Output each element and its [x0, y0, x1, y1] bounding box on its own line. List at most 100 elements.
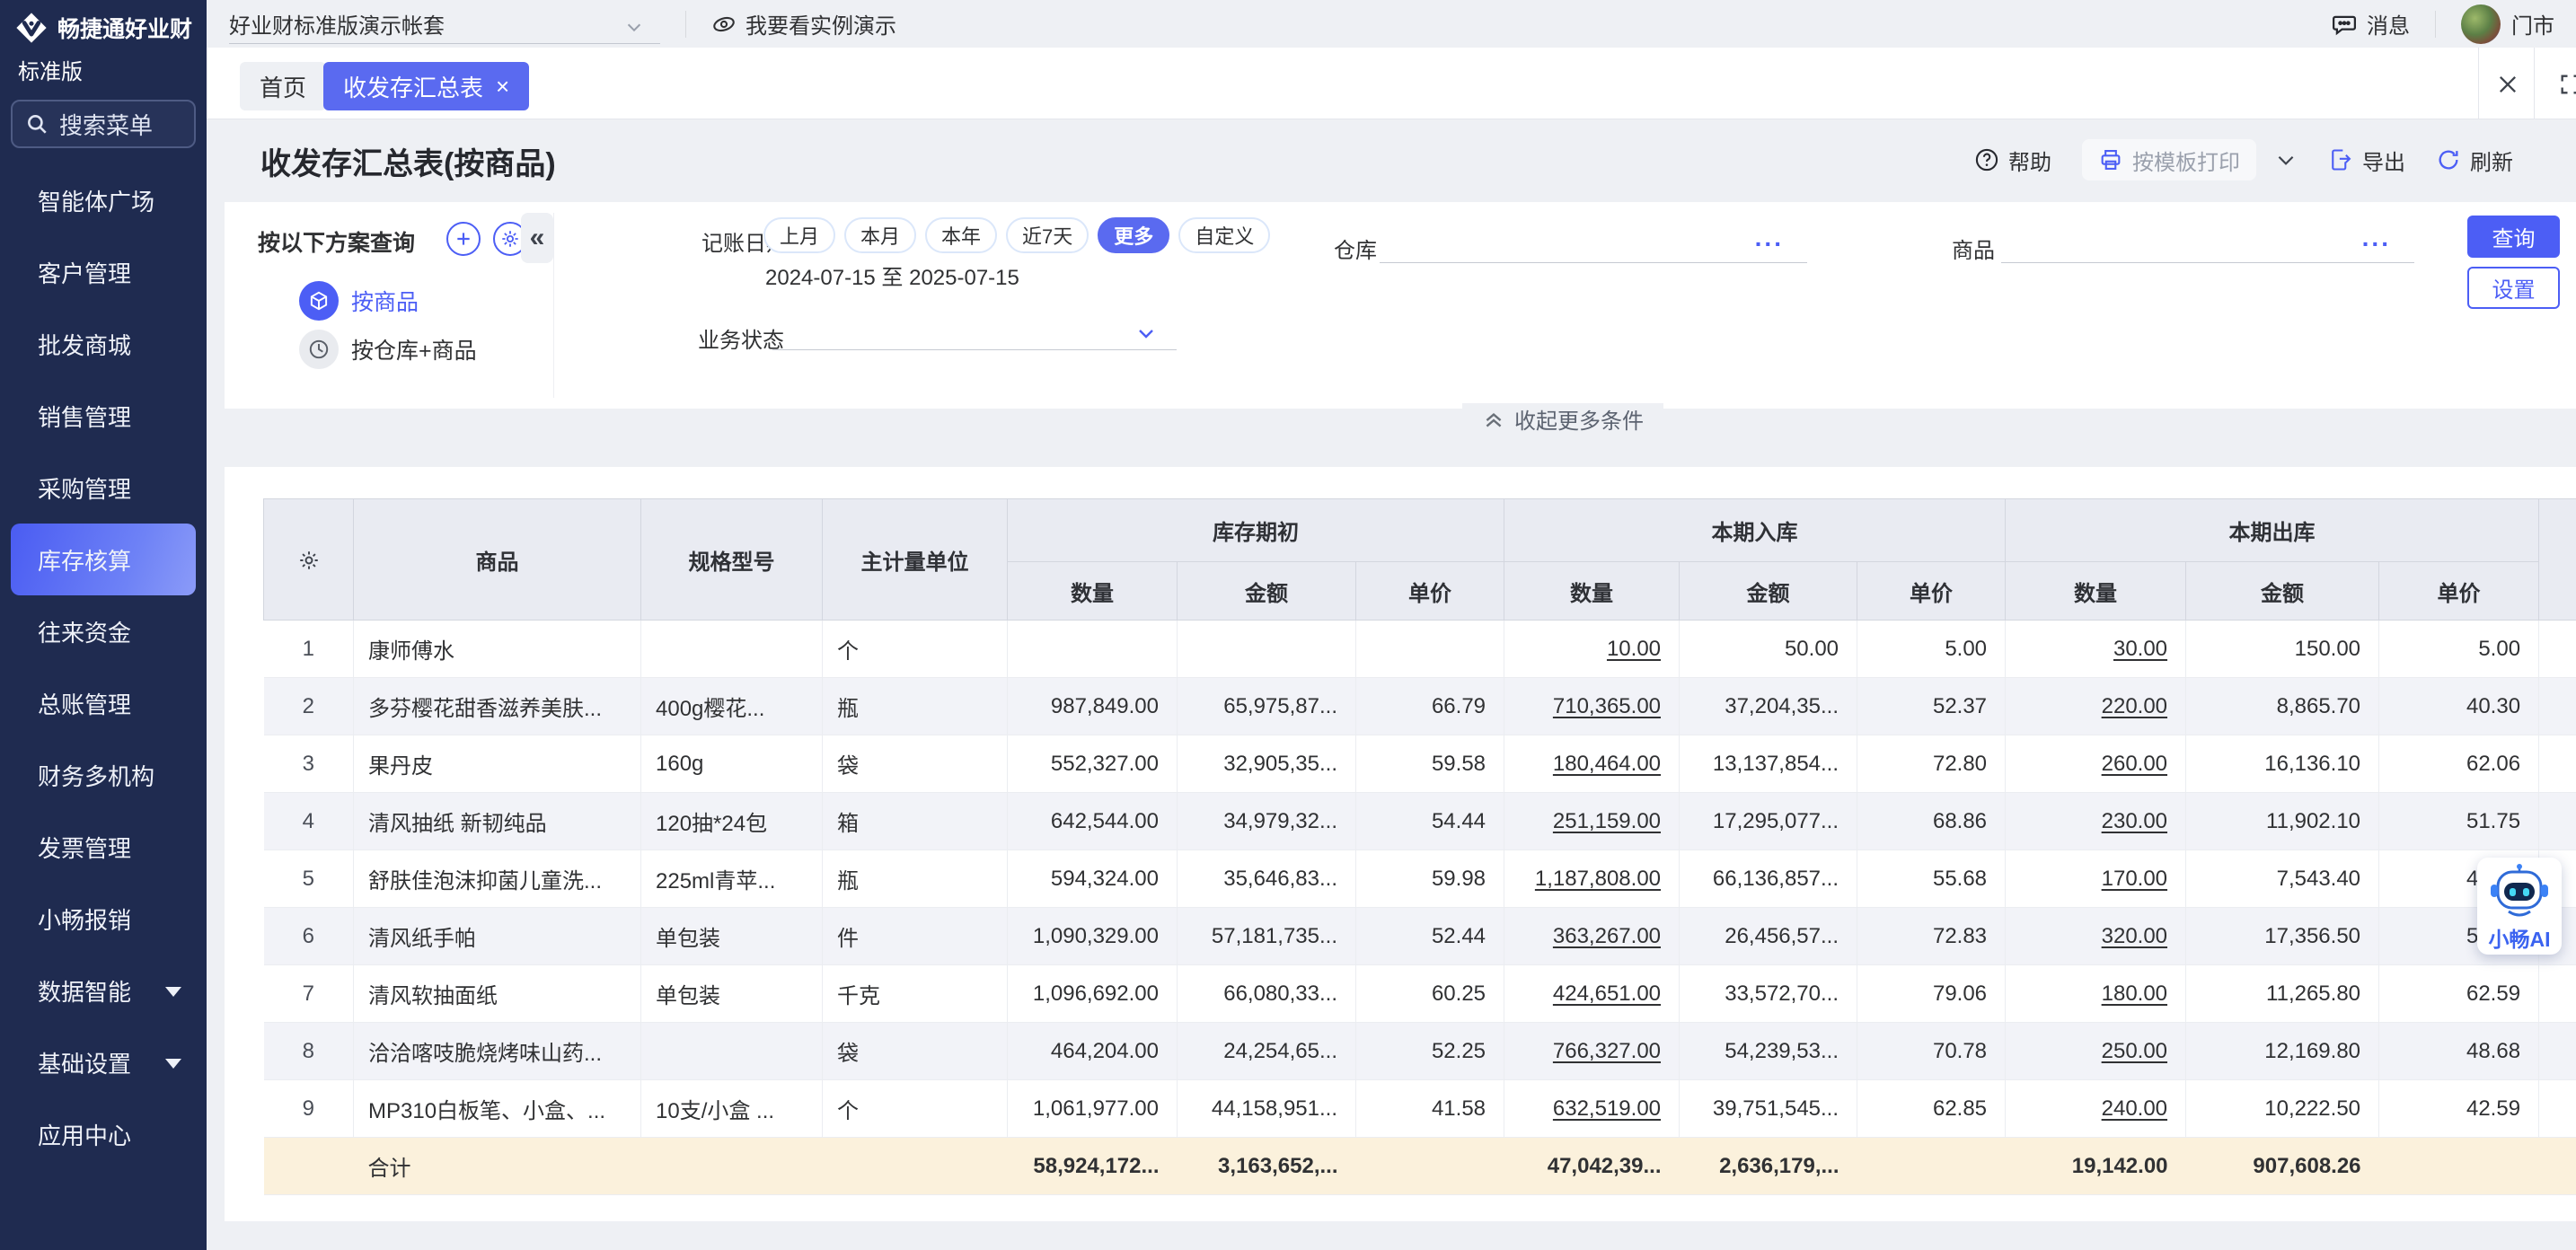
- refresh-button[interactable]: 刷新: [2436, 145, 2513, 176]
- tab-tools-divider: [2478, 48, 2479, 119]
- qty-drill-link[interactable]: 10.00: [1504, 621, 1680, 678]
- date-pill[interactable]: 更多: [1098, 217, 1169, 253]
- sidebar-item[interactable]: 数据智能: [0, 955, 207, 1026]
- qty-drill-link[interactable]: 170.00: [2006, 850, 2186, 908]
- total-cell-out_qty: 19,142.00: [2006, 1138, 2186, 1195]
- date-pill[interactable]: 近7天: [1006, 217, 1089, 253]
- cell-in_price: 52.37: [1857, 678, 2006, 735]
- tab-close-icon[interactable]: ×: [496, 75, 509, 98]
- table-gear-icon: [297, 549, 321, 572]
- qty-drill-link[interactable]: 320.00: [2006, 908, 2186, 965]
- messages-button[interactable]: 消息: [2331, 8, 2410, 40]
- date-pill[interactable]: 上月: [763, 217, 835, 253]
- cell-out_amt: 150.00: [2186, 621, 2379, 678]
- sidebar-item[interactable]: 库存核算: [11, 524, 196, 595]
- collapse-left-icon[interactable]: «: [521, 213, 553, 263]
- column-settings-button[interactable]: [264, 499, 354, 621]
- total-cell-in_amt: 2,636,179,...: [1680, 1138, 1857, 1195]
- qty-drill-link[interactable]: 632,519.00: [1504, 1080, 1680, 1138]
- qty-drill-link[interactable]: 251,159.00: [1504, 793, 1680, 850]
- cell-product: 舒肤佳泡沫抑菌儿童洗...: [354, 850, 641, 908]
- sidebar-item[interactable]: 小畅报销: [0, 883, 207, 955]
- sidebar-item[interactable]: 智能体广场: [0, 164, 207, 236]
- horizontal-scrollbar-track[interactable]: [225, 1221, 2576, 1250]
- cell-spec: [641, 621, 823, 678]
- page-toolbar: 帮助 按模板打印 导出 刷新: [1974, 139, 2513, 180]
- query-button[interactable]: 查询: [2467, 216, 2560, 258]
- sidebar-item[interactable]: 批发商城: [0, 308, 207, 380]
- cell-product: 清风抽纸 新韧纯品: [354, 793, 641, 850]
- tab-active[interactable]: 收发存汇总表 ×: [323, 62, 529, 110]
- qty-drill-link[interactable]: 180.00: [2006, 965, 2186, 1023]
- print-button[interactable]: 按模板打印: [2082, 139, 2256, 180]
- search-icon: [25, 112, 49, 136]
- qty-drill-link[interactable]: 180,464.00: [1504, 735, 1680, 793]
- demo-link[interactable]: 我要看实例演示: [711, 8, 896, 40]
- export-button[interactable]: 导出: [2328, 145, 2405, 176]
- warehouse-input[interactable]: ...: [1380, 225, 1807, 263]
- collapse-more-conditions-button[interactable]: 收起更多条件: [1462, 403, 1663, 435]
- avatar[interactable]: [2461, 4, 2501, 44]
- qty-drill-link[interactable]: 424,651.00: [1504, 965, 1680, 1023]
- close-icon[interactable]: [2495, 72, 2520, 97]
- ai-assistant-button[interactable]: 小畅AI: [2477, 858, 2562, 955]
- topbar: 好业财标准版演示帐套 我要看实例演示 消息 门市: [207, 0, 2576, 48]
- sidebar-item-label: 往来资金: [38, 615, 131, 648]
- refresh-label: 刷新: [2470, 145, 2513, 176]
- cell-out_amt: 17,356.50: [2186, 908, 2379, 965]
- date-pill[interactable]: 本年: [925, 217, 997, 253]
- cell-out_amt: 16,136.10: [2186, 735, 2379, 793]
- qty-drill-link[interactable]: 230.00: [2006, 793, 2186, 850]
- qty-drill-link[interactable]: 363,267.00: [1504, 908, 1680, 965]
- menu-search-input[interactable]: 搜索菜单: [11, 100, 196, 148]
- qty-drill-link[interactable]: 766,327.00: [1504, 1023, 1680, 1080]
- qty-drill-link[interactable]: 220.00: [2006, 678, 2186, 735]
- total-cell-out_price: [2379, 1138, 2539, 1195]
- sidebar-item[interactable]: 往来资金: [0, 595, 207, 667]
- tab-tools-divider: [2534, 48, 2535, 119]
- messages-label: 消息: [2367, 8, 2410, 40]
- cell-init_qty: 987,849.00: [1008, 678, 1178, 735]
- qty-drill-link[interactable]: 710,365.00: [1504, 678, 1680, 735]
- qty-drill-link[interactable]: 1,187,808.00: [1504, 850, 1680, 908]
- qty-drill-link[interactable]: 240.00: [2006, 1080, 2186, 1138]
- tab-home[interactable]: 首页: [240, 62, 326, 110]
- qty-drill-link[interactable]: 260.00: [2006, 735, 2186, 793]
- sidebar-item[interactable]: 采购管理: [0, 452, 207, 524]
- tab-bar: 首页 收发存汇总表 ×: [207, 48, 2576, 119]
- sidebar-item-label: 基础设置: [38, 1046, 131, 1079]
- chevron-down-icon[interactable]: [2274, 148, 2298, 172]
- ellipsis-icon[interactable]: ...: [2362, 224, 2391, 252]
- date-pill[interactable]: 自定义: [1178, 217, 1270, 253]
- sidebar-item-label: 小畅报销: [38, 902, 131, 936]
- add-scheme-button[interactable]: [446, 222, 481, 256]
- product-input[interactable]: ...: [2001, 225, 2414, 263]
- cell-no: 5: [264, 850, 354, 908]
- cell-in_amt: 54,239,53...: [1680, 1023, 1857, 1080]
- col-header-product: 商品: [354, 499, 641, 621]
- ellipsis-icon[interactable]: ...: [1755, 224, 1784, 252]
- sidebar-item[interactable]: 应用中心: [0, 1098, 207, 1170]
- sidebar-item[interactable]: 发票管理: [0, 811, 207, 883]
- total-cell-unit: [823, 1138, 1008, 1195]
- scheme-item-by-product[interactable]: 按商品: [299, 281, 419, 321]
- status-select[interactable]: [772, 314, 1177, 350]
- cell-out_price: 62.59: [2379, 965, 2539, 1023]
- cell-spec: 120抽*24包: [641, 793, 823, 850]
- help-button[interactable]: 帮助: [1974, 145, 2051, 176]
- sidebar-item[interactable]: 总账管理: [0, 667, 207, 739]
- account-select[interactable]: 好业财标准版演示帐套: [229, 4, 660, 44]
- sidebar-item[interactable]: 基础设置: [0, 1026, 207, 1098]
- settings-button[interactable]: 设置: [2467, 267, 2560, 309]
- sidebar-item[interactable]: 客户管理: [0, 236, 207, 308]
- scheme-item-by-warehouse-product[interactable]: 按仓库+商品: [299, 330, 477, 369]
- sidebar-item[interactable]: 销售管理: [0, 380, 207, 452]
- qty-drill-link[interactable]: 30.00: [2006, 621, 2186, 678]
- refresh-icon: [2436, 147, 2461, 172]
- cell-init_qty: 1,090,329.00: [1008, 908, 1178, 965]
- date-range-value[interactable]: 2024-07-15 至 2025-07-15: [765, 260, 1019, 291]
- date-pill[interactable]: 本月: [844, 217, 916, 253]
- qty-drill-link[interactable]: 250.00: [2006, 1023, 2186, 1080]
- sidebar-item[interactable]: 财务多机构: [0, 739, 207, 811]
- fullscreen-icon[interactable]: [2558, 72, 2576, 97]
